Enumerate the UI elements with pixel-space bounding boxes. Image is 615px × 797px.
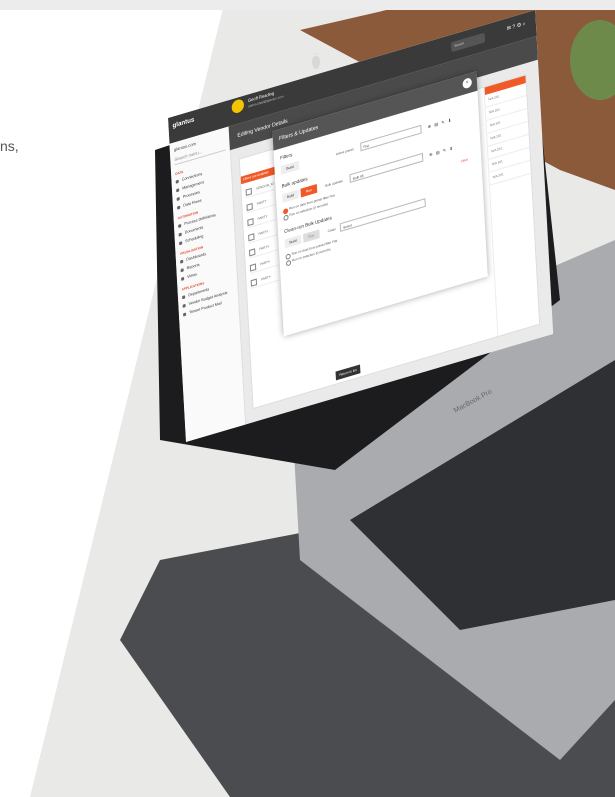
row-checkbox[interactable] [248, 248, 256, 257]
avatar[interactable] [231, 97, 245, 115]
active-preset-select[interactable]: Flat [360, 124, 422, 152]
close-icon[interactable]: × [462, 77, 473, 90]
filters-heading: Filters [279, 151, 293, 161]
chain-label: Chain [327, 226, 336, 234]
clear-link[interactable]: Clear [461, 157, 469, 163]
row-checkbox[interactable] [245, 187, 253, 197]
clean-run-button[interactable]: Run [303, 229, 320, 243]
bulk-updates-select-label: Bulk updates [325, 178, 344, 189]
preset-actions-icons[interactable]: ⊕ ▤ ✎ ⬇ [428, 117, 453, 130]
bulk-build-button[interactable]: Build [282, 189, 299, 203]
app-logo[interactable]: glantus [172, 117, 194, 130]
bulk-updates-select[interactable]: Bulk 95 [349, 152, 424, 184]
partial-text: ns, [0, 138, 19, 154]
chain-select[interactable]: Select [339, 198, 426, 232]
bulk-actions-icons[interactable]: ⊕ ▤ ✎ ⬇ [429, 145, 454, 158]
clean-run-heading: Clean-run Bulk Updates [284, 214, 332, 235]
table-right-column: N/A 201 N/A 201 N/A 201 N/A 201 N/A 201 … [483, 75, 540, 337]
row-checkbox[interactable] [249, 263, 257, 272]
bulk-run-button[interactable]: Run [300, 184, 318, 198]
row-checkbox[interactable] [246, 202, 253, 212]
radio-clean-selection[interactable] [285, 259, 292, 267]
radio-clean-preset[interactable] [285, 253, 291, 261]
row-checkbox[interactable] [248, 233, 255, 242]
top-strip [0, 0, 615, 10]
radio-preset-filter[interactable] [282, 207, 289, 215]
clean-build-button[interactable]: Build [284, 234, 302, 249]
radio-selection[interactable] [283, 214, 289, 222]
filters-build-button[interactable]: Build [280, 160, 300, 175]
row-checkbox[interactable] [247, 218, 254, 227]
apple-logo-icon [312, 53, 320, 69]
topbar-icons[interactable]: ✉ ? ⚙ ⌕ [507, 21, 526, 33]
modal-title: Filters & Updates [278, 124, 319, 143]
top-search-input[interactable]: Search [450, 32, 486, 53]
active-preset-label: Active preset [335, 146, 354, 157]
row-checkbox[interactable] [250, 278, 258, 287]
